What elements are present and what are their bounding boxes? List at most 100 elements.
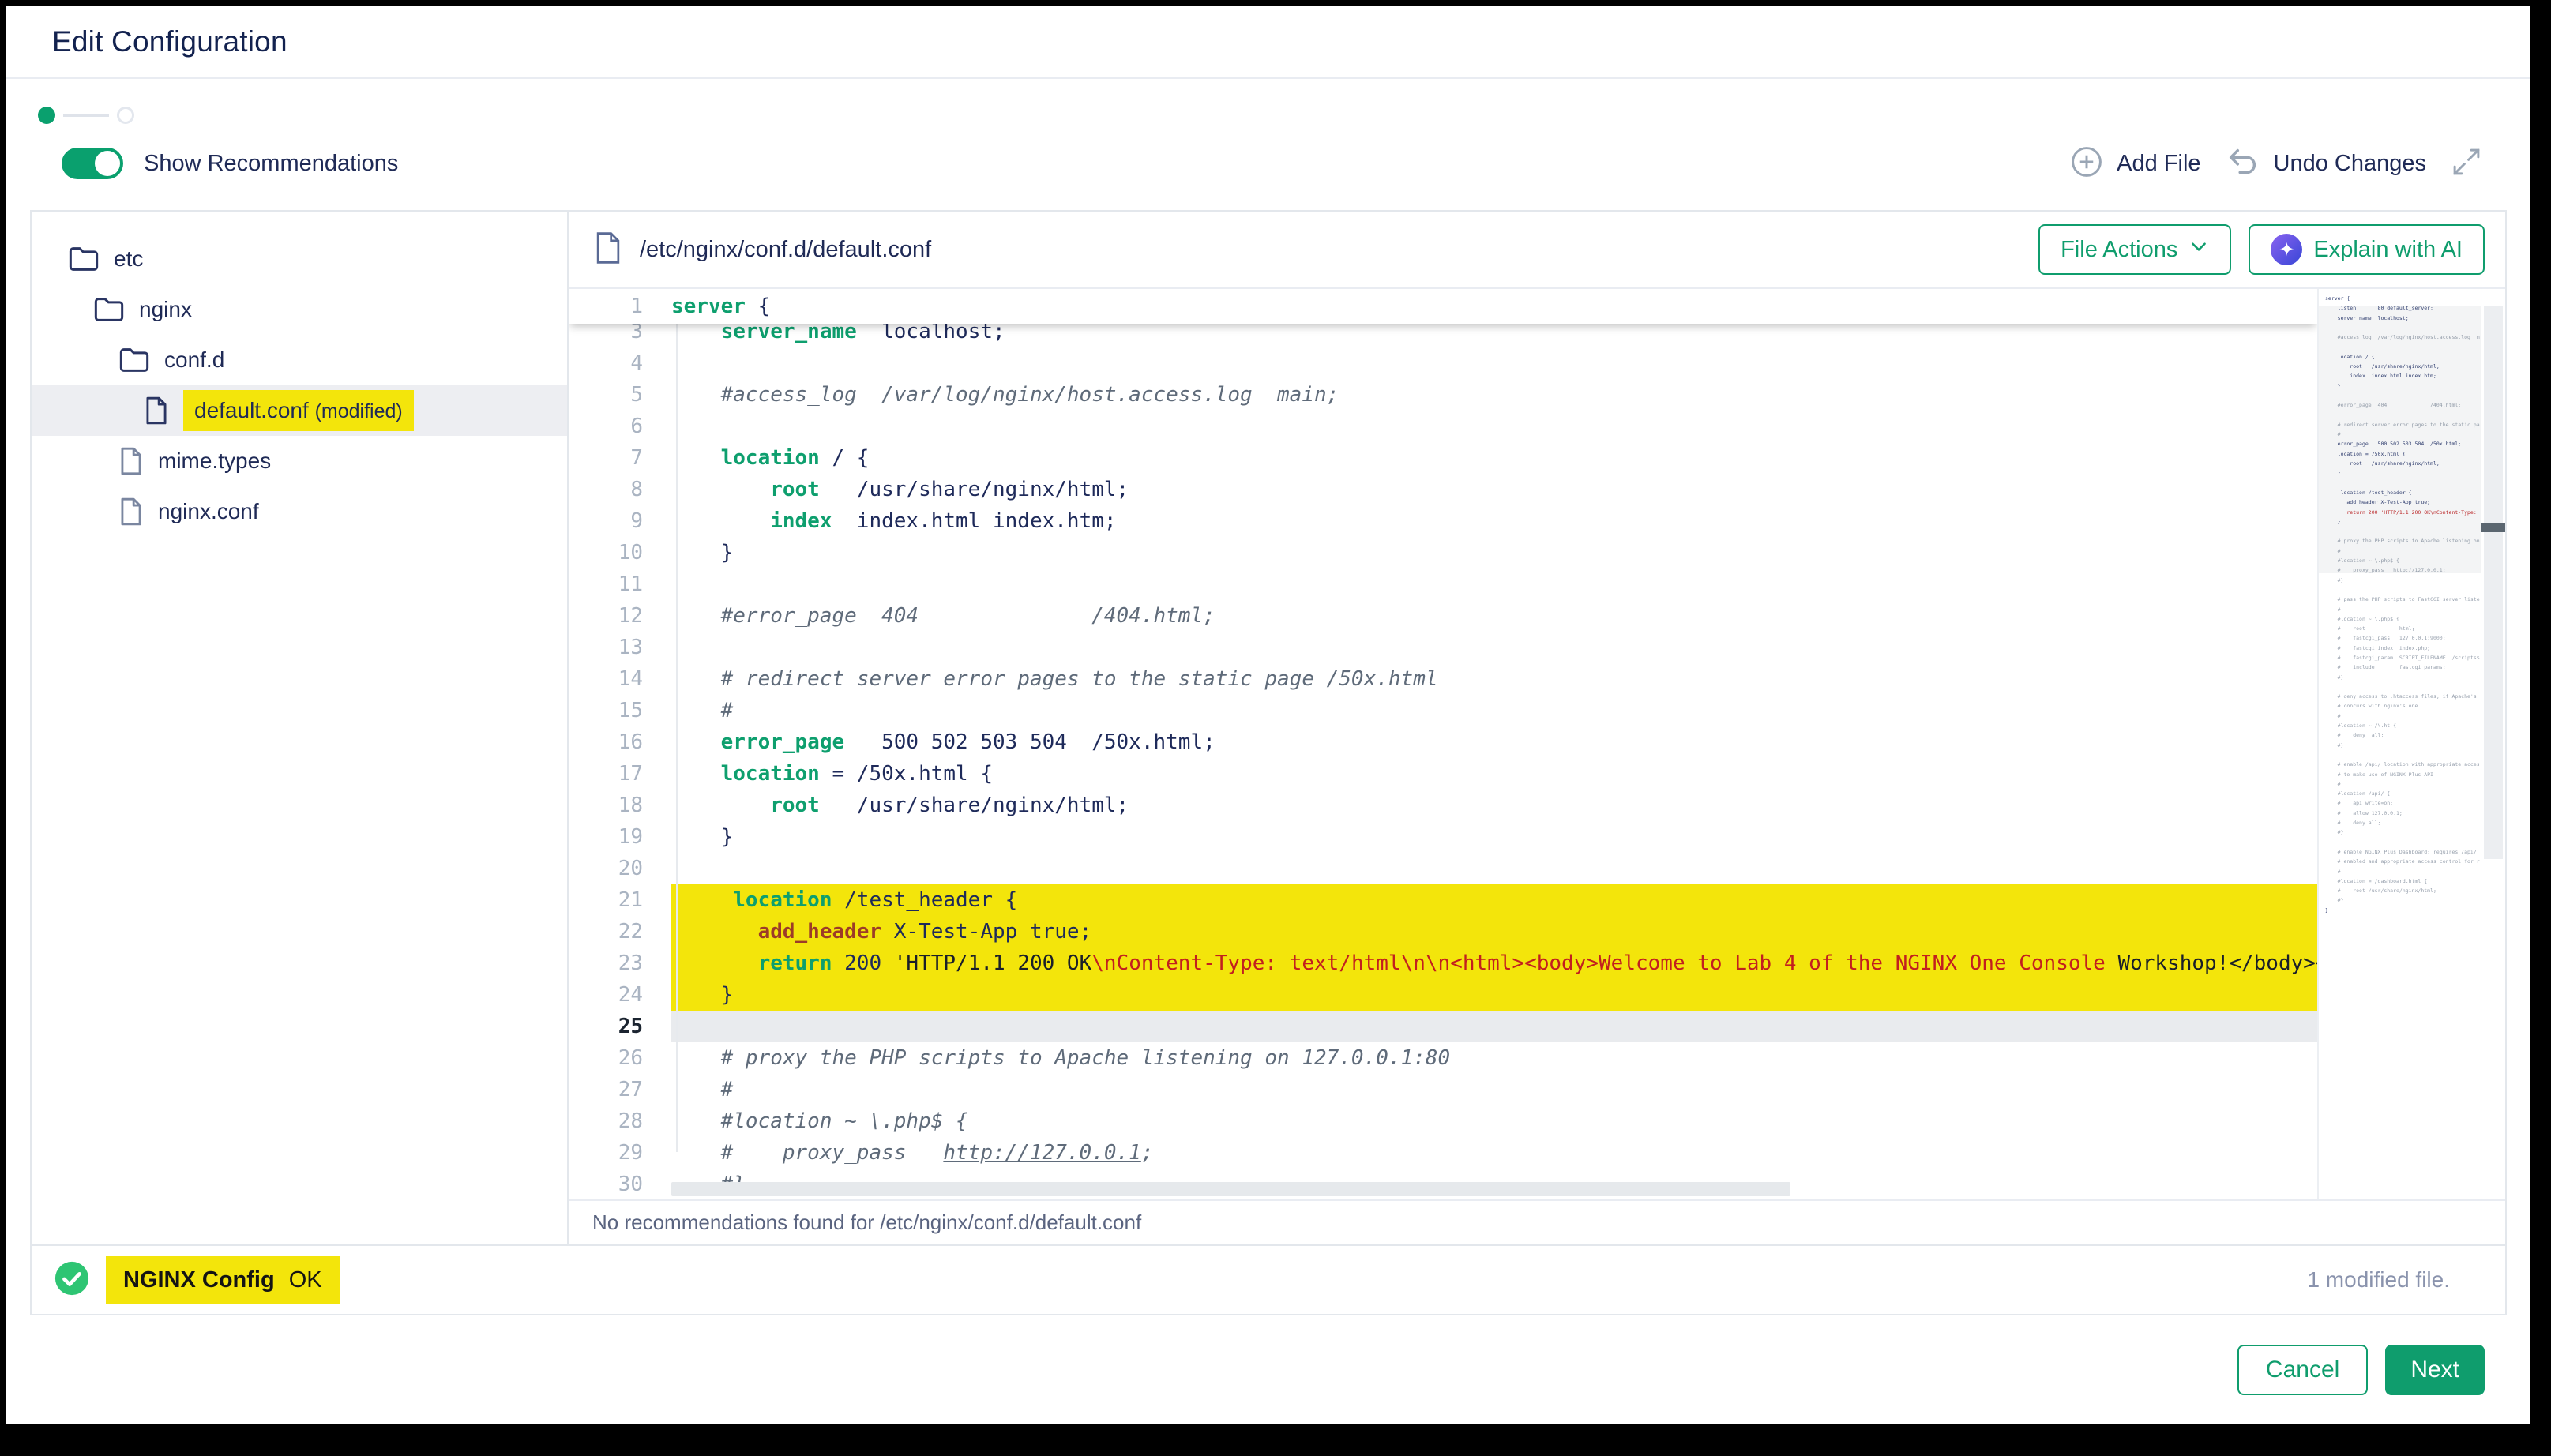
line-number: 4 <box>569 351 671 375</box>
code-scroll-region[interactable]: 3 server_name localhost;45 #access_log /… <box>569 289 2317 1199</box>
line-number: 23 <box>569 951 671 975</box>
vertical-scrollbar[interactable] <box>2481 289 2505 1199</box>
code-line-9[interactable]: 9 index index.html index.htm; <box>569 505 2317 537</box>
minimap-line: # api write=on; <box>2325 798 2480 808</box>
code-line-text: return 200 'HTTP/1.1 200 OK\nContent-Typ… <box>671 948 2317 979</box>
line-number: 6 <box>569 415 671 438</box>
minimap-line: # concurs with nginx's one <box>2325 701 2480 711</box>
tree-item-label: etc <box>114 246 143 272</box>
code-line-17[interactable]: 17 location = /50x.html { <box>569 758 2317 790</box>
minimap-line: #} <box>2325 576 2480 585</box>
code-line-19[interactable]: 19 } <box>569 821 2317 853</box>
minimap-line: #location ~ /\.ht { <box>2325 721 2480 730</box>
nginx-config-status-badge: NGINX Config OK <box>106 1256 340 1304</box>
code-line-18[interactable]: 18 root /usr/share/nginx/html; <box>569 790 2317 821</box>
code-line-28[interactable]: 28 #location ~ \.php$ { <box>569 1105 2317 1137</box>
dialog-footer: Cancel Next <box>6 1315 2530 1424</box>
stepper-step-2-inactive[interactable] <box>117 107 134 124</box>
code-line-15[interactable]: 15 # <box>569 695 2317 726</box>
tree-item-nginx[interactable]: nginx <box>32 284 567 335</box>
chevron-down-icon <box>2188 236 2209 263</box>
code-line-21[interactable]: 21 location /test_header { <box>569 884 2317 916</box>
minimap-line: # <box>2325 779 2480 789</box>
minimap-line: # <box>2325 711 2480 721</box>
folder-icon <box>118 346 150 374</box>
folder-icon <box>68 245 100 273</box>
code-line-16[interactable]: 16 error_page 500 502 503 504 /50x.html; <box>569 726 2317 758</box>
minimap-line: # deny all; <box>2325 730 2480 740</box>
minimap[interactable]: server { listen 80 default_server; serve… <box>2319 289 2481 1199</box>
expand-button[interactable] <box>2450 145 2483 182</box>
code-line-text <box>671 632 2317 663</box>
undo-changes-button[interactable]: Undo Changes <box>2225 144 2426 184</box>
code-line-7[interactable]: 7 location / { <box>569 442 2317 474</box>
minimap-line <box>2325 838 2480 847</box>
minimap-line: #} <box>2325 673 2480 682</box>
next-button[interactable]: Next <box>2385 1345 2485 1395</box>
minimap-viewport[interactable] <box>2319 306 2481 573</box>
code-line-text: add_header X-Test-App true; <box>671 916 2317 948</box>
minimap-line: #} <box>2325 895 2480 905</box>
tree-item-nginx.conf[interactable]: nginx.conf <box>32 486 567 537</box>
horizontal-scrollbar[interactable] <box>671 1182 1790 1196</box>
code-line-6[interactable]: 6 <box>569 411 2317 442</box>
sticky-line[interactable]: 1 server { <box>569 289 2317 324</box>
add-file-label: Add File <box>2117 151 2200 177</box>
code-line-24[interactable]: 24 } <box>569 979 2317 1011</box>
minimap-line: server { <box>2325 294 2480 303</box>
line-number: 30 <box>569 1173 671 1196</box>
stepper-step-1-active[interactable] <box>38 107 55 124</box>
code-line-text: } <box>671 537 2317 569</box>
tree-item-etc[interactable]: etc <box>32 234 567 284</box>
code-line-text: #error_page 404 /404.html; <box>671 600 2317 632</box>
tree-item-mime.types[interactable]: mime.types <box>32 436 567 486</box>
explain-with-ai-button[interactable]: ✦ Explain with AI <box>2249 224 2485 275</box>
minimap-line: } <box>2325 906 2480 915</box>
code-line-25[interactable]: 25 <box>569 1011 2317 1042</box>
diagonal-expand-icon <box>2450 145 2483 182</box>
code-line-4[interactable]: 4 <box>569 347 2317 379</box>
code-editor[interactable]: 3 server_name localhost;45 #access_log /… <box>569 289 2505 1199</box>
code-line-23[interactable]: 23 return 200 'HTTP/1.1 200 OK\nContent-… <box>569 948 2317 979</box>
code-line-26[interactable]: 26 # proxy the PHP scripts to Apache lis… <box>569 1042 2317 1074</box>
code-line-14[interactable]: 14 # redirect server error pages to the … <box>569 663 2317 695</box>
code-line-5[interactable]: 5 #access_log /var/log/nginx/host.access… <box>569 379 2317 411</box>
code-line-12[interactable]: 12 #error_page 404 /404.html; <box>569 600 2317 632</box>
show-recommendations-toggle[interactable] <box>62 148 123 179</box>
code-line-29[interactable]: 29 # proxy_pass http://127.0.0.1; <box>569 1137 2317 1169</box>
code-line-10[interactable]: 10 } <box>569 537 2317 569</box>
code-line-27[interactable]: 27 # <box>569 1074 2317 1105</box>
tree-item-default.conf[interactable]: default.conf (modified) <box>32 385 567 436</box>
line-number: 26 <box>569 1046 671 1070</box>
line-number: 15 <box>569 699 671 722</box>
code-line-text: # <box>671 1074 2317 1105</box>
tree-item-label: mime.types <box>158 448 271 474</box>
add-file-button[interactable]: Add File <box>2069 144 2200 183</box>
code-line-11[interactable]: 11 <box>569 569 2317 600</box>
code-line-text: } <box>671 979 2317 1011</box>
code-lines: 3 server_name localhost;45 #access_log /… <box>569 316 2317 1199</box>
code-line-20[interactable]: 20 <box>569 853 2317 884</box>
code-line-text: location / { <box>671 442 2317 474</box>
editor-header: /etc/nginx/conf.d/default.conf File Acti… <box>569 212 2505 289</box>
show-recommendations-label: Show Recommendations <box>144 151 398 177</box>
cancel-button[interactable]: Cancel <box>2237 1345 2368 1395</box>
line-number: 5 <box>569 383 671 407</box>
code-line-8[interactable]: 8 root /usr/share/nginx/html; <box>569 474 2317 505</box>
vertical-scrollbar-thumb[interactable] <box>2484 306 2503 859</box>
minimap-line <box>2325 585 2480 595</box>
code-line-13[interactable]: 13 <box>569 632 2317 663</box>
page-title: Edit Configuration <box>52 25 287 58</box>
file-actions-button[interactable]: File Actions <box>2038 224 2231 275</box>
code-line-text: #access_log /var/log/nginx/host.access.l… <box>671 379 2317 411</box>
file-tree: etc nginxconf.d default.conf (modified) mim… <box>32 212 569 1244</box>
line-number: 13 <box>569 636 671 659</box>
code-line-text: location = /50x.html { <box>671 758 2317 790</box>
line-number: 20 <box>569 857 671 880</box>
minimap-line <box>2325 750 2480 760</box>
tree-item-conf.d[interactable]: conf.d <box>32 335 567 385</box>
tree-item-label: default.conf (modified) <box>183 390 414 431</box>
nginx-config-status: OK <box>289 1267 322 1293</box>
stepper-connector <box>63 114 109 117</box>
code-line-22[interactable]: 22 add_header X-Test-App true; <box>569 916 2317 948</box>
